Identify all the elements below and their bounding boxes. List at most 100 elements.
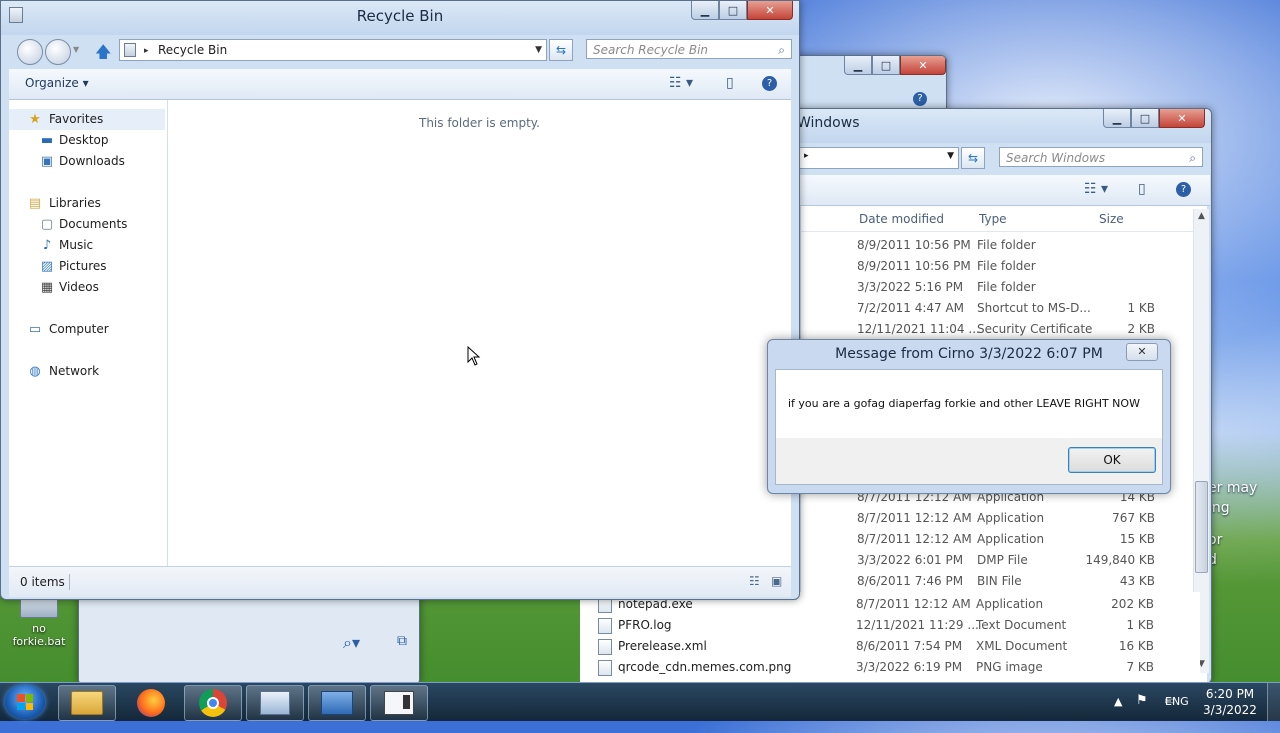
file-size: 1 KB: [1126, 618, 1154, 632]
file-date: 8/7/2011 12:12 AM: [857, 511, 972, 525]
taskbar-chrome[interactable]: [184, 685, 242, 721]
table-row[interactable]: PFRO.log 12/11/2021 11:29 ... Text Documen…: [580, 615, 1180, 636]
table-row[interactable]: 3/3/2022 6:01 PM DMP File 149,840 KB: [791, 550, 1186, 571]
start-button[interactable]: [5, 685, 45, 719]
file-date: 8/7/2011 12:12 AM: [856, 597, 971, 611]
network-icon: ◍: [29, 364, 41, 379]
close-button[interactable]: ✕: [1159, 109, 1205, 128]
address-dropdown-icon[interactable]: ▼: [947, 151, 954, 161]
nav-desktop[interactable]: ▬ Desktop: [9, 130, 165, 151]
column-type[interactable]: Type: [979, 212, 1007, 226]
view-options-icon[interactable]: ☷ ▾: [669, 75, 693, 93]
large-icons-view-icon[interactable]: ▣: [771, 574, 782, 588]
clock[interactable]: 6:20 PM 3/3/2022: [1196, 686, 1264, 718]
refresh-button[interactable]: ⇆: [961, 147, 985, 169]
back-button[interactable]: [17, 39, 43, 65]
minimize-button[interactable]: ▁: [844, 56, 872, 75]
nav-downloads[interactable]: ▣ Downloads: [9, 151, 165, 172]
minimize-button[interactable]: ▁: [1103, 109, 1131, 128]
table-row[interactable]: Prerelease.xml 8/6/2011 7:54 PM XML Docume…: [580, 636, 1180, 657]
message-dialog[interactable]: Message from Cirno 3/3/2022 6:07 PM ✕ if…: [767, 339, 1171, 494]
table-row[interactable]: 8/7/2011 12:12 AM Application 767 KB: [791, 508, 1186, 529]
message-window-icon: [384, 691, 414, 715]
preview-pane-icon[interactable]: ▯: [1138, 181, 1146, 199]
taskbar-firefox[interactable]: [122, 685, 180, 721]
content-pane[interactable]: This folder is empty.: [168, 100, 791, 566]
file-date: 8/9/2011 10:56 PM: [857, 259, 971, 273]
nav-label: Computer: [49, 322, 109, 336]
taskbar-explorer[interactable]: [58, 685, 116, 721]
recent-pages-icon[interactable]: ▼: [73, 45, 79, 54]
file-name: Prerelease.xml: [618, 639, 707, 653]
language-indicator[interactable]: ENG: [1165, 695, 1189, 733]
forward-button[interactable]: [45, 39, 71, 65]
nav-pictures[interactable]: ▨ Pictures: [9, 256, 165, 277]
window-title: Recycle Bin: [356, 7, 444, 25]
refresh-button[interactable]: ⇆: [549, 39, 573, 61]
show-hidden-icons[interactable]: ▲: [1114, 695, 1122, 733]
nav-computer[interactable]: ▭ Computer: [9, 319, 165, 340]
table-row[interactable]: 7/2/2011 4:47 AM Shortcut to MS-D... 1 KB: [791, 298, 1186, 319]
help-icon[interactable]: ?: [913, 92, 927, 106]
close-button[interactable]: ✕: [747, 1, 793, 20]
file-type: PNG image: [976, 660, 1043, 674]
nav-libraries[interactable]: ▤ Libraries: [9, 193, 165, 214]
search-input[interactable]: Search Recycle Bin ⌕: [586, 39, 792, 59]
file-type: File folder: [977, 238, 1036, 252]
show-desktop-button[interactable]: [1267, 683, 1280, 721]
preview-pane-icon[interactable]: ▯: [726, 75, 734, 93]
chrome-icon: [199, 689, 227, 717]
file-size: 16 KB: [1118, 639, 1154, 653]
file-name: qrcode_cdn.memes.com.png: [618, 660, 792, 674]
table-row[interactable]: qrcode_cdn.memes.com.png 3/3/2022 6:19 PM…: [580, 657, 1180, 678]
minimize-button[interactable]: ▁: [691, 1, 719, 20]
column-size[interactable]: Size: [1099, 212, 1124, 226]
table-row[interactable]: 8/9/2011 10:56 PM File folder: [791, 256, 1186, 277]
scroll-up-icon[interactable]: ▲: [1194, 211, 1209, 225]
documents-icon: ▢: [40, 217, 54, 232]
table-row[interactable]: 8/6/2011 7:46 PM BIN File 43 KB: [791, 571, 1186, 592]
up-arrow-icon[interactable]: 🡅: [95, 41, 111, 68]
taskbar-media[interactable]: [308, 685, 366, 721]
help-icon[interactable]: ?: [1176, 182, 1191, 197]
taskbar-control-panel[interactable]: [246, 685, 304, 721]
table-row[interactable]: 8/7/2011 12:12 AM Application 15 KB: [791, 529, 1186, 550]
close-button[interactable]: ✕: [900, 56, 946, 75]
organize-menu[interactable]: Organize ▾: [25, 76, 89, 90]
ok-button[interactable]: OK: [1068, 447, 1156, 473]
desktop-icon-no-forkie[interactable]: no forkie.bat: [4, 592, 74, 648]
address-dropdown-icon[interactable]: ▼: [535, 40, 542, 60]
search-icon: ⌕: [1189, 151, 1196, 165]
nav-label: Videos: [59, 280, 99, 294]
view-options-icon[interactable]: ☷ ▾: [1084, 181, 1108, 199]
nav-network[interactable]: ◍ Network: [9, 361, 165, 382]
file-size: 767 KB: [1112, 511, 1155, 525]
address-bar[interactable]: ▸ ▼: [791, 147, 959, 169]
action-center-icon[interactable]: ⚑: [1136, 693, 1148, 731]
caption-buttons: ▁ □ ✕: [1103, 109, 1205, 128]
recycle-bin-window[interactable]: Recycle Bin ▁ □ ✕ ▼ 🡅 ▸ Recycle Bin ▼ ⇆ …: [0, 0, 800, 600]
address-bar[interactable]: ▸ Recycle Bin ▼: [119, 39, 547, 61]
background-window-partial[interactable]: ⌕▾ ⧉: [78, 590, 420, 684]
taskbar-dialog[interactable]: [370, 685, 428, 721]
maximize-button[interactable]: □: [872, 56, 900, 75]
table-row[interactable]: 3/3/2022 5:16 PM File folder: [791, 277, 1186, 298]
nav-videos[interactable]: ▦ Videos: [9, 277, 165, 298]
nav-documents[interactable]: ▢ Documents: [9, 214, 165, 235]
table-row[interactable]: 8/9/2011 10:56 PM File folder: [791, 235, 1186, 256]
scroll-thumb[interactable]: [1195, 481, 1208, 573]
nav-label: Documents: [59, 217, 128, 231]
item-count: 0 items: [20, 575, 65, 589]
search-input[interactable]: Search Windows ⌕: [999, 147, 1203, 167]
table-row[interactable]: 12/11/2021 11:04 ... Security Certificate…: [791, 319, 1186, 340]
details-view-icon[interactable]: ☷: [749, 574, 760, 588]
nav-favorites[interactable]: ★ Favorites: [9, 109, 165, 130]
nav-label: Music: [59, 238, 94, 252]
help-icon[interactable]: ?: [762, 76, 777, 91]
maximize-button[interactable]: □: [719, 1, 747, 20]
column-date-modified[interactable]: Date modified: [859, 212, 944, 226]
close-button[interactable]: ✕: [1126, 343, 1158, 361]
nav-music[interactable]: ♪ Music: [9, 235, 165, 256]
maximize-button[interactable]: □: [1131, 109, 1159, 128]
breadcrumb-sep-icon: ▸: [144, 46, 149, 56]
